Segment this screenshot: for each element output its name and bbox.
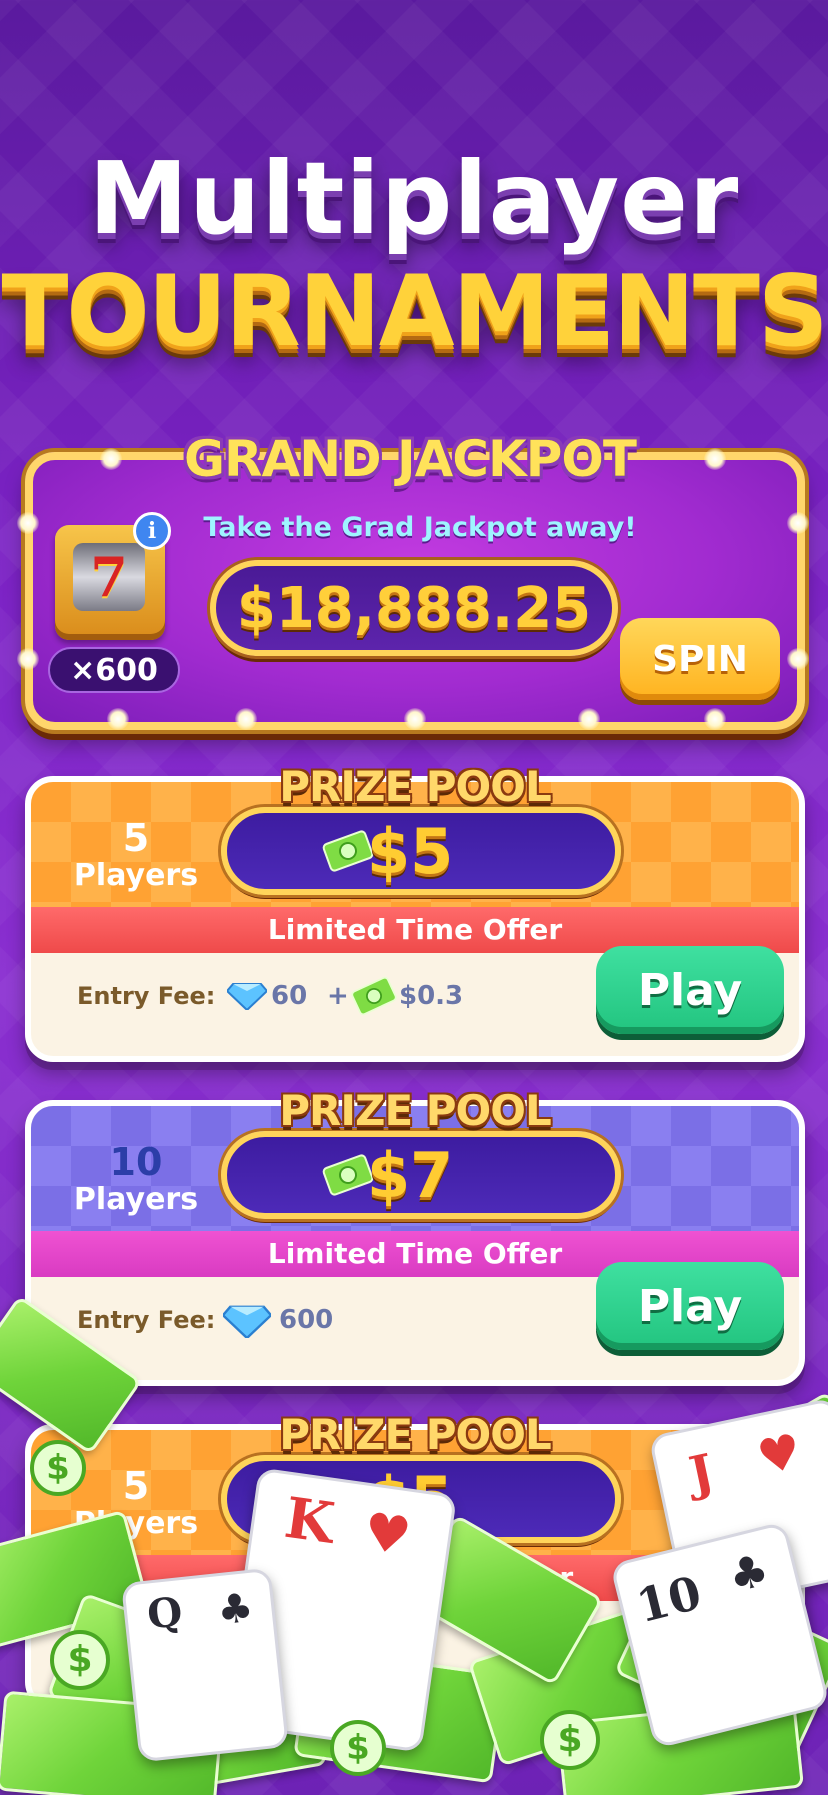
players-label: Players xyxy=(73,1182,199,1217)
entry-gems: 600 xyxy=(279,1305,334,1335)
tournament-card: 5 Players $5 me Offer xyxy=(25,1424,805,1710)
jackpot-amount-box: $18,888.25 xyxy=(210,560,618,656)
prize-pill: $7 xyxy=(221,1131,621,1219)
jackpot-amount: $18,888.25 xyxy=(236,575,592,641)
light-bulb-icon xyxy=(17,512,39,534)
play-button[interactable]: Play xyxy=(596,1262,784,1350)
jackpot-subtitle: Take the Grad Jackpot away! xyxy=(203,512,637,543)
entry-gems: 60 xyxy=(271,981,308,1011)
light-bulb-icon xyxy=(235,708,257,730)
limited-offer-strip: me Offer xyxy=(31,1555,799,1601)
light-bulb-icon xyxy=(107,708,129,730)
cash-icon xyxy=(351,976,397,1016)
headline-tournaments: TOURNAMENTS xyxy=(1,255,828,369)
prize-amount: $7 xyxy=(367,1139,454,1212)
prize-amount: $5 xyxy=(367,815,454,888)
entry-cash: $0.3 xyxy=(399,981,464,1011)
diamond-icon xyxy=(223,1305,271,1338)
light-bulb-icon xyxy=(787,512,809,534)
players-count: 5 xyxy=(122,1464,150,1508)
light-bulb-icon xyxy=(578,708,600,730)
spin-button[interactable]: SPIN xyxy=(620,618,780,700)
multiplier-badge: ×600 xyxy=(48,647,180,693)
prize-amount: $5 xyxy=(367,1463,454,1536)
light-bulb-icon xyxy=(787,648,809,670)
play-button[interactable]: Play xyxy=(596,946,784,1034)
prize-pool-title: PRIZE POOL xyxy=(279,762,551,811)
players-label: Players xyxy=(73,858,199,893)
players-label: Players xyxy=(73,1506,199,1541)
offer-text-partial: me Offer xyxy=(436,1561,574,1594)
prize-pill: $5 xyxy=(221,807,621,895)
tournament-card: 5 Players $5 Limited Time Offer Entry Fe… xyxy=(25,776,805,1062)
cash-bill xyxy=(555,1697,805,1795)
players-count: 5 xyxy=(122,816,150,860)
diamond-icon xyxy=(227,983,267,1010)
light-bulb-icon xyxy=(704,448,726,470)
entry-fee-label: Entry Fee: xyxy=(77,1306,216,1334)
light-bulb-icon xyxy=(704,708,726,730)
grand-jackpot-title: GRAND JACKPOT xyxy=(184,430,637,488)
players-count: 10 xyxy=(109,1140,163,1184)
light-bulb-icon xyxy=(404,708,426,730)
tournament-card: 10 Players $7 Limited Time Offer Entry F… xyxy=(25,1100,805,1386)
prize-pool-title: PRIZE POOL xyxy=(279,1086,551,1135)
prize-pill: $5 xyxy=(221,1455,621,1543)
info-icon[interactable]: i xyxy=(133,512,171,550)
light-bulb-icon xyxy=(100,448,122,470)
headline-multiplayer: Multiplayer xyxy=(88,140,740,257)
plus-sign: + xyxy=(327,981,349,1011)
slot-seven-symbol: 7 xyxy=(73,543,145,611)
dollar-coin-icon: $ xyxy=(540,1710,600,1770)
dollar-coin-icon: $ xyxy=(330,1720,386,1776)
light-bulb-icon xyxy=(17,648,39,670)
prize-pool-title: PRIZE POOL xyxy=(279,1410,551,1459)
entry-fee-label: Entry Fee: xyxy=(77,982,216,1010)
